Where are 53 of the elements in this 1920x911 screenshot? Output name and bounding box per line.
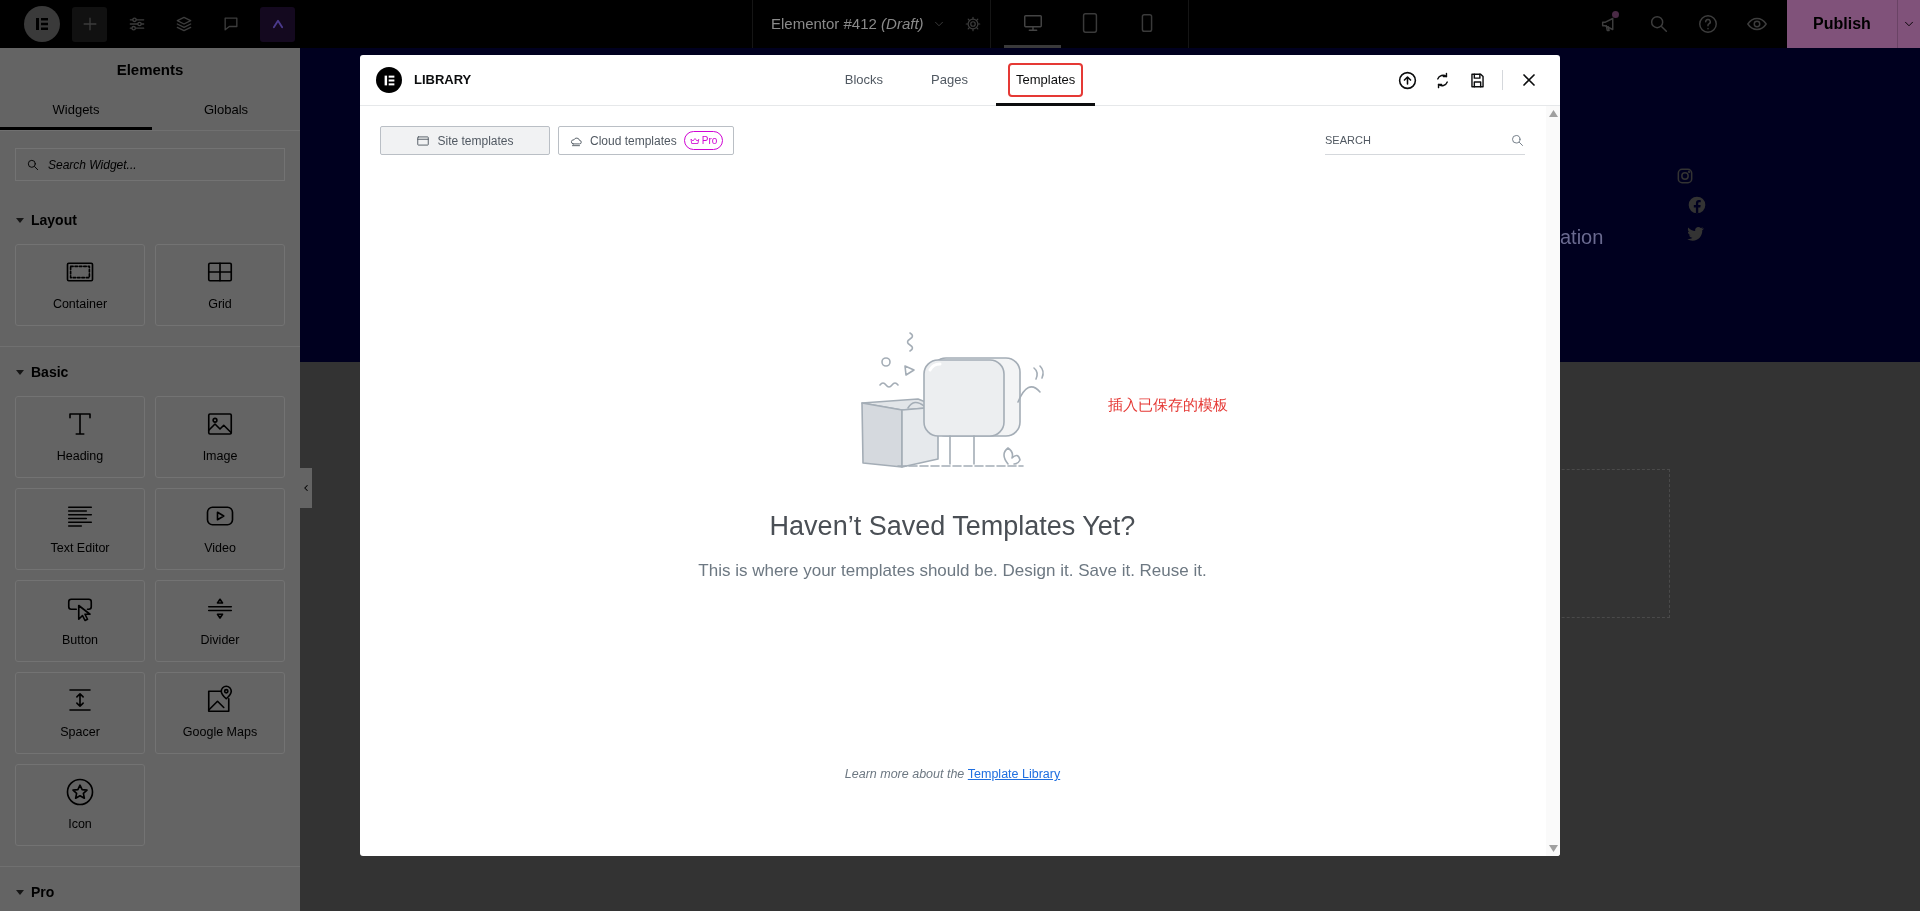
widget-tile[interactable]: Text Editor (15, 488, 145, 570)
caret-icon[interactable] (15, 887, 25, 897)
empty-state-text: This is where your templates should be. Design it. Save it. Reuse it. (698, 560, 1207, 583)
logo-icon[interactable] (24, 6, 60, 42)
hero-text: ation (1560, 225, 1604, 250)
ai-button[interactable] (260, 6, 295, 42)
map-pin-icon (205, 684, 235, 715)
collapse-handle[interactable] (300, 468, 312, 508)
section-heading[interactable]: Basic (31, 361, 69, 383)
scroll-up-icon[interactable] (1548, 110, 1558, 117)
search-icon (26, 158, 40, 172)
publish-button[interactable]: Publish (1787, 0, 1897, 48)
library-tab[interactable]: Blocks (824, 55, 904, 106)
widget-tile[interactable]: Heading (15, 396, 145, 478)
logo-icon (376, 67, 402, 93)
library-title: LIBRARY (414, 71, 472, 90)
gear-icon (963, 15, 982, 33)
widget-tile[interactable]: Icon (15, 764, 145, 846)
panel-tab[interactable]: Globals (152, 93, 300, 130)
panel-title: Elements (115, 60, 185, 81)
section-heading[interactable]: Layout (31, 209, 77, 231)
document-title[interactable]: Elementor #412 (Draft) (771, 12, 924, 36)
section-heading[interactable]: Pro (31, 881, 55, 903)
template-library-link[interactable]: Template Library (967, 767, 1061, 782)
empty-state-heading: Haven’t Saved Templates Yet? (769, 510, 1136, 543)
help-icon (1696, 13, 1719, 35)
window-icon (416, 133, 431, 148)
footer-note: Learn more about the Template Library (843, 766, 1062, 784)
widget-tile[interactable]: Container (15, 244, 145, 326)
caret-icon[interactable] (15, 215, 25, 225)
widget-tile[interactable]: Grid (155, 244, 285, 326)
library-tab[interactable]: Pages (911, 55, 988, 106)
panel-tab[interactable]: Widgets (0, 93, 152, 130)
widget-tile[interactable]: Video (155, 488, 285, 570)
widget-tile[interactable]: Google Maps (155, 672, 285, 754)
filter-button[interactable]: Site templates (380, 126, 550, 155)
upload-icon (1396, 69, 1418, 91)
add-button[interactable] (72, 6, 107, 42)
publish-options-button[interactable] (1897, 0, 1920, 48)
facebook-icon (1687, 195, 1708, 215)
caret-icon[interactable] (15, 367, 25, 377)
widget-tile[interactable]: Spacer (15, 672, 145, 754)
annotation-note: 插入已保存的模板 (1107, 395, 1228, 415)
search-field[interactable]: Search Widget... (15, 148, 285, 181)
scroll-down-icon[interactable] (1548, 845, 1558, 852)
crown-icon (689, 135, 700, 146)
filter-button[interactable]: Cloud templates Pro (558, 126, 735, 155)
widget-tile[interactable]: Image (155, 396, 285, 478)
search-icon (1510, 132, 1525, 148)
chevron-left-icon (301, 483, 311, 493)
widget-tile[interactable]: Button (15, 580, 145, 662)
widget-tile[interactable]: Divider (155, 580, 285, 662)
bird-icon (1685, 224, 1706, 244)
